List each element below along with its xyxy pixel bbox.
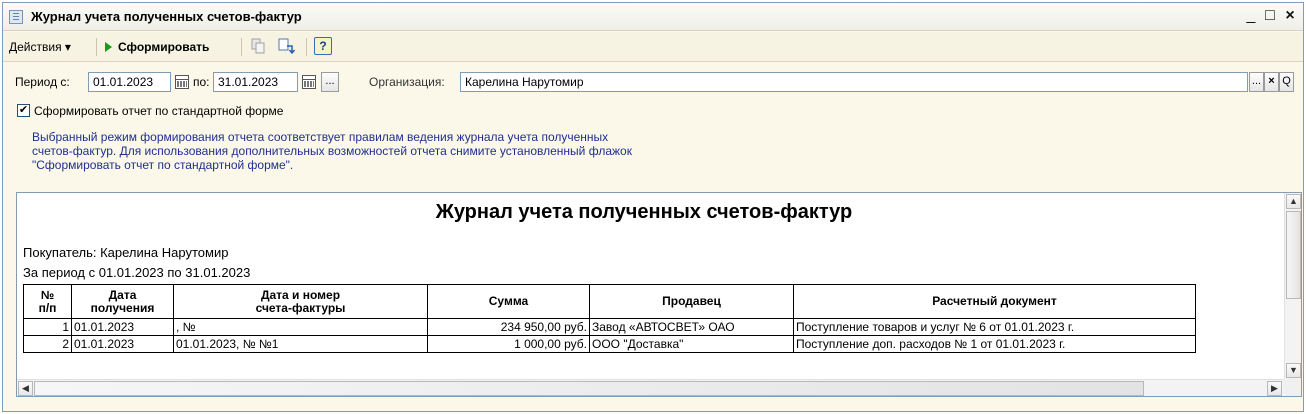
close-button[interactable]: ×	[1280, 6, 1300, 26]
organization-label: Организация:	[369, 75, 445, 89]
period-line: За период с 01.01.2023 по 31.01.2023	[23, 265, 251, 280]
vertical-scrollbar[interactable]: ▲ ▼	[1284, 193, 1301, 380]
column-header: Расчетный документ	[793, 284, 1196, 319]
copy-icon[interactable]	[249, 37, 267, 55]
calendar-icon[interactable]	[302, 75, 316, 89]
period-to-field[interactable]: 31.01.2023	[213, 72, 298, 92]
column-header: Дата получения	[71, 284, 174, 319]
col-date-line1: Дата	[108, 287, 137, 302]
generate-button[interactable]: Сформировать	[105, 38, 209, 56]
minimize-button[interactable]: _	[1241, 6, 1261, 26]
cell-amount: 234 950,00 руб.	[427, 318, 590, 336]
title-bar[interactable]: Журнал учета полученных счетов-фактур _ …	[3, 3, 1303, 31]
window-title: Журнал учета полученных счетов-фактур	[31, 9, 302, 24]
col-number-line2: п/п	[38, 300, 57, 315]
scroll-down-icon[interactable]: ▼	[1286, 363, 1301, 378]
buyer-line: Покупатель: Карелина Нарутомир	[23, 245, 229, 260]
cell-amount: 1 000,00 руб.	[427, 335, 590, 353]
actions-menu-button[interactable]: Действия ▾	[9, 38, 71, 56]
cell-invoice: 01.01.2023, № №1	[173, 335, 428, 353]
col-invoice-line1: Дата и номер	[260, 287, 341, 302]
report-area[interactable]: Журнал учета полученных счетов-фактур По…	[16, 192, 1302, 397]
horizontal-scrollbar[interactable]: ◀ ▶	[17, 379, 1284, 396]
toolbar: Действия ▾ Сформировать ?	[3, 32, 1303, 62]
column-header: Сумма	[427, 284, 590, 319]
cell-seller: Завод «АВТОСВЕТ» ОАО	[589, 318, 794, 336]
cell-number: 2	[23, 335, 72, 353]
generate-button-label: Сформировать	[118, 40, 210, 54]
scroll-corner	[1284, 379, 1301, 396]
play-icon	[105, 42, 112, 52]
period-to-label: по:	[193, 75, 210, 89]
scroll-left-icon[interactable]: ◀	[18, 381, 33, 396]
calendar-icon[interactable]	[175, 75, 189, 89]
table-row[interactable]: 1 01.01.2023 , № 234 950,00 руб. Завод «…	[23, 318, 1196, 336]
info-line: счетов-фактур. Для использования дополни…	[32, 144, 632, 158]
info-line: Выбранный режим формирования отчета соот…	[32, 130, 609, 144]
period-select-button[interactable]: ...	[321, 72, 339, 92]
cell-seller: ООО "Доставка"	[589, 335, 794, 353]
cell-payment-doc: Поступление доп. расходов № 1 от 01.01.2…	[793, 335, 1196, 353]
vertical-scroll-thumb[interactable]	[1286, 211, 1301, 299]
column-header: Продавец	[589, 284, 794, 319]
output-icon[interactable]	[277, 37, 295, 55]
open-icon[interactable]: Q	[1279, 72, 1294, 92]
document-icon	[9, 10, 23, 24]
report-title: Журнал учета полученных счетов-фактур	[435, 201, 853, 223]
cell-received-date: 01.01.2023	[71, 318, 174, 336]
standard-form-label[interactable]: Сформировать отчет по стандартной форме	[34, 102, 283, 120]
horizontal-scroll-thumb[interactable]	[34, 381, 1144, 396]
info-line: "Сформировать отчет по стандартной форме…	[32, 158, 294, 172]
period-from-label: Период с:	[15, 75, 70, 89]
table-row[interactable]: 2 01.01.2023 01.01.2023, № №1 1 000,00 р…	[23, 335, 1196, 353]
clear-icon[interactable]: ×	[1264, 72, 1279, 92]
table-header-row: № п/п Дата получения Дата и номер счета-фак…	[23, 284, 1196, 319]
report-window: Журнал учета полученных счетов-фактур _ …	[2, 2, 1304, 412]
toolbar-divider	[306, 38, 307, 56]
standard-form-checkbox[interactable]: ✔	[17, 104, 30, 117]
organization-select-button[interactable]: ...	[1249, 72, 1264, 92]
toolbar-divider	[96, 38, 97, 56]
info-message: Выбранный режим формирования отчета соот…	[32, 130, 632, 172]
column-header: Дата и номер счета-фактуры	[173, 284, 428, 319]
col-date-line2: получения	[90, 300, 155, 315]
period-from-field[interactable]: 01.01.2023	[88, 72, 171, 92]
help-icon[interactable]: ?	[314, 37, 332, 55]
cell-payment-doc: Поступление товаров и услуг № 6 от 01.01…	[793, 318, 1196, 336]
cell-received-date: 01.01.2023	[71, 335, 174, 353]
maximize-button[interactable]: □	[1260, 6, 1280, 26]
organization-field[interactable]: Карелина Нарутомир	[460, 72, 1248, 92]
toolbar-divider	[241, 38, 242, 56]
cell-number: 1	[23, 318, 72, 336]
col-invoice-line2: счета-фактуры	[255, 300, 346, 315]
column-header: № п/п	[23, 284, 72, 319]
invoice-table: № п/п Дата получения Дата и номер счета-фак…	[23, 284, 1196, 353]
scroll-right-icon[interactable]: ▶	[1267, 381, 1282, 396]
col-number-line1: №	[40, 287, 55, 302]
cell-invoice: , №	[173, 318, 428, 336]
scroll-up-icon[interactable]: ▲	[1286, 194, 1301, 209]
